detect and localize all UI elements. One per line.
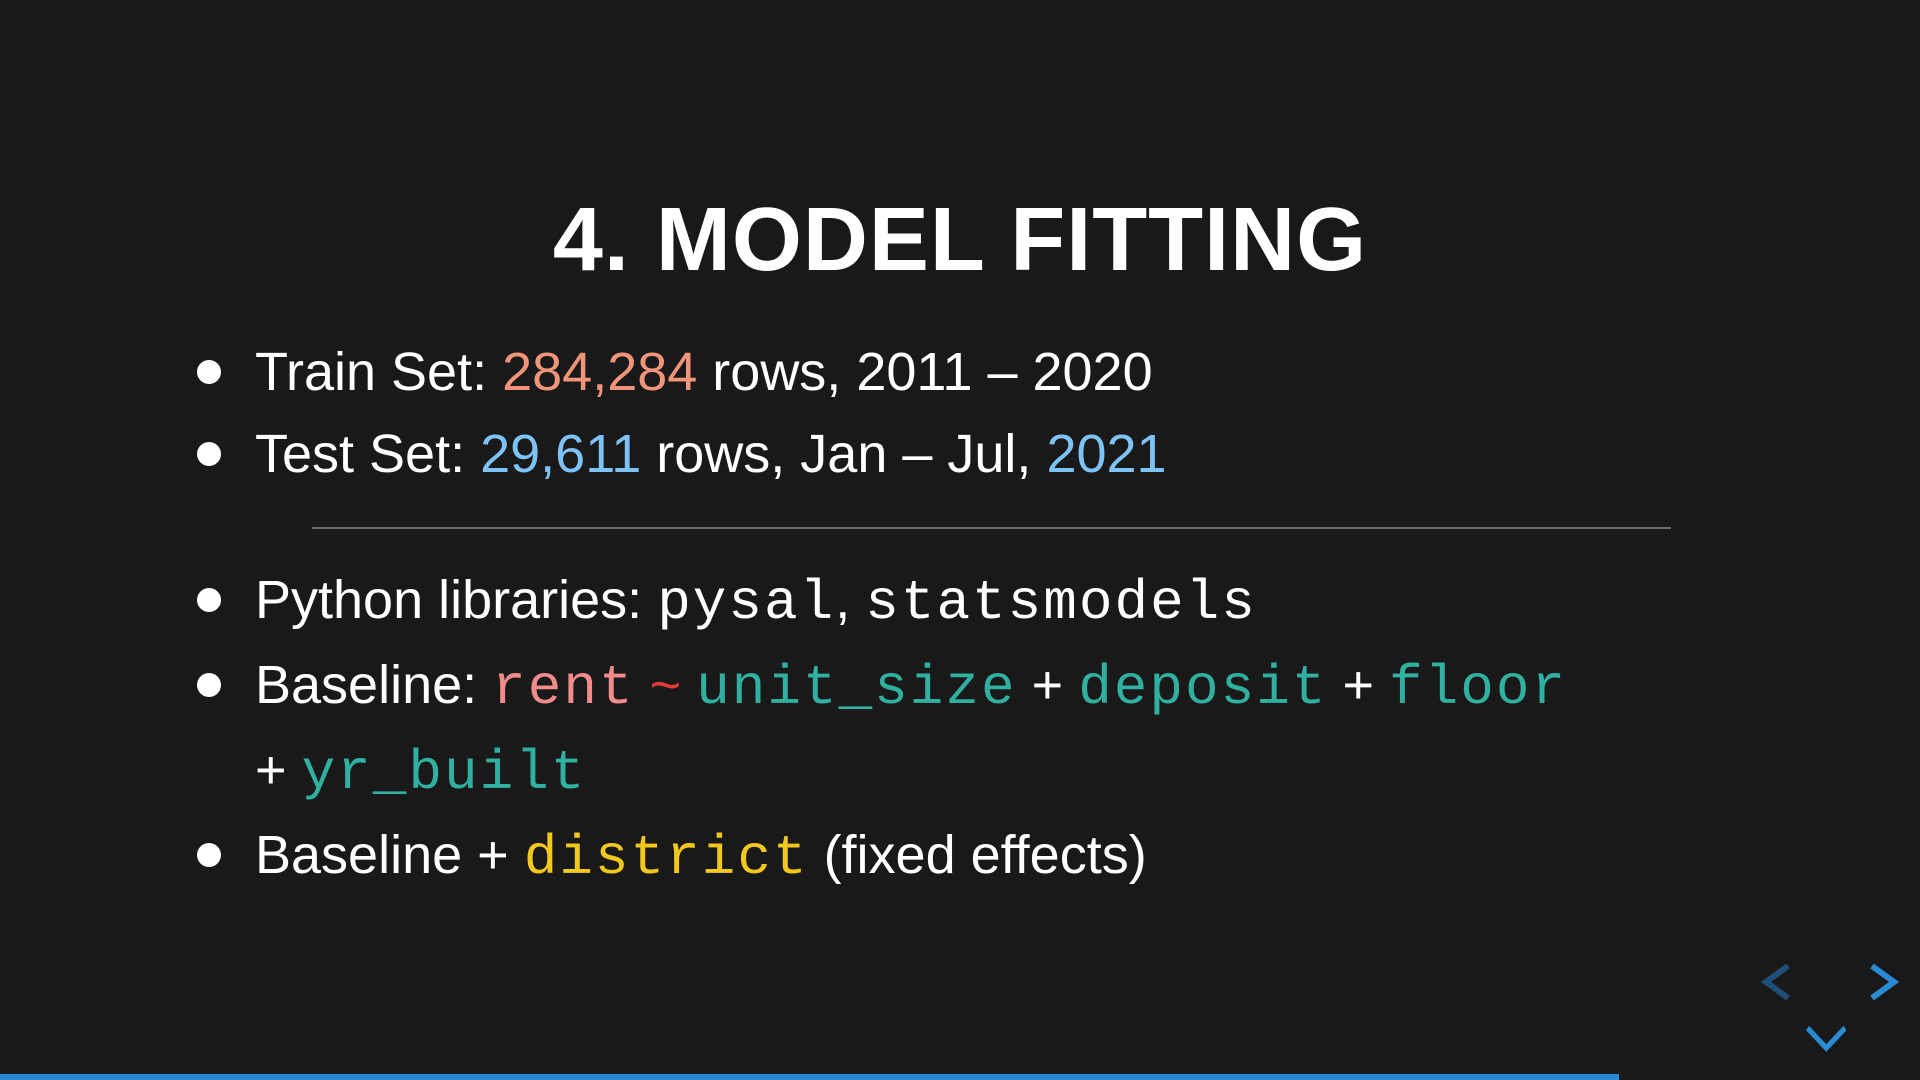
- nav-next-button[interactable]: [1862, 962, 1902, 1002]
- dataset-list: Train Set: 284,284 rows, 2011 – 2020 Tes…: [197, 331, 1167, 495]
- nav-previous-button[interactable]: [1758, 962, 1798, 1002]
- fixed-effects-label: Baseline: [255, 825, 478, 885]
- library-statsmodels: statsmodels: [865, 571, 1257, 635]
- train-set-label: Train Set:: [255, 342, 503, 402]
- formula-term-unit-size: unit_size: [696, 656, 1017, 720]
- formula-plus: +: [1342, 655, 1374, 715]
- formula-tilde: ~: [649, 655, 682, 715]
- test-set-item: Test Set: 29,611 rows, Jan – Jul, 2021: [197, 413, 1167, 495]
- section-divider: [312, 527, 1671, 529]
- chevron-left-icon: [1760, 963, 1790, 1001]
- fixed-effects-term: district: [523, 826, 809, 890]
- python-libraries-label: Python libraries:: [255, 570, 658, 630]
- progress-fill: [0, 1074, 1619, 1080]
- library-separator: ,: [835, 570, 866, 630]
- progress-bar: [0, 1074, 1920, 1080]
- test-set-year: 2021: [1046, 424, 1167, 484]
- model-list: Python libraries: pysal, statsmodels Bas…: [196, 559, 1568, 899]
- fixed-effects-plus: +: [477, 825, 509, 885]
- formula-plus: +: [255, 740, 287, 800]
- test-set-label: Test Set:: [255, 424, 481, 484]
- formula-plus: +: [1031, 655, 1064, 715]
- chevron-down-icon: [1806, 1025, 1846, 1052]
- test-set-detail: rows, Jan – Jul,: [641, 424, 1047, 484]
- formula-continuation: + yr_built: [255, 729, 1567, 814]
- train-set-detail: rows, 2011 – 2020: [697, 342, 1153, 402]
- fixed-effects-note: (fixed effects): [808, 825, 1147, 885]
- chevron-right-icon: [1870, 963, 1900, 1001]
- train-set-item: Train Set: 284,284 rows, 2011 – 2020: [197, 331, 1167, 413]
- slide-title: 4. MODEL FITTING: [552, 190, 1368, 290]
- slide: 4. MODEL FITTING Train Set: 284,284 rows…: [0, 0, 1920, 1080]
- baseline-formula-item: Baseline: rent ~ unit_size + deposit + f…: [196, 644, 1568, 814]
- fixed-effects-item: Baseline + district (fixed effects): [196, 814, 1567, 899]
- python-libraries-item: Python libraries: pysal, statsmodels: [196, 559, 1567, 644]
- library-pysal: pysal: [657, 571, 836, 635]
- nav-down-button[interactable]: [1806, 1020, 1846, 1060]
- formula-term-yr-built: yr_built: [301, 741, 587, 805]
- formula-term-deposit: deposit: [1078, 656, 1328, 720]
- test-set-count: 29,611: [480, 424, 642, 484]
- formula-response: rent: [492, 656, 635, 720]
- train-set-count: 284,284: [502, 342, 698, 402]
- baseline-label: Baseline:: [255, 655, 493, 715]
- formula-term-floor: floor: [1389, 656, 1568, 720]
